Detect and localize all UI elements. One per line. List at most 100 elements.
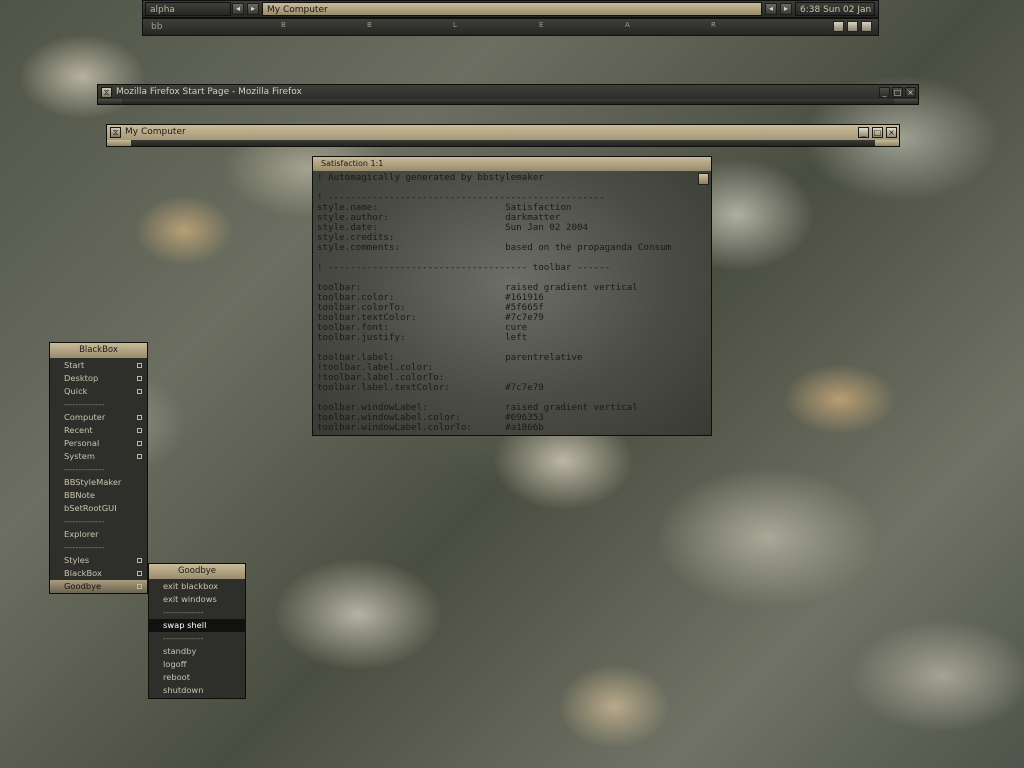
menu-item-label: BBNote	[64, 490, 96, 500]
menu-item-label: reboot	[163, 672, 191, 682]
menu-separator: --------------	[64, 400, 105, 409]
menu-item-logoff[interactable]: logoff	[149, 658, 245, 671]
goodbye-menu-title[interactable]: Goodbye	[149, 564, 245, 579]
bbnote-window[interactable]: Satisfaction 1:1 ! Automagically generat…	[312, 156, 712, 436]
menu-item-label: Styles	[64, 555, 90, 565]
menu-item-shutdown[interactable]: shutdown	[149, 684, 245, 697]
taskbar-letter[interactable]: E	[539, 21, 543, 29]
submenu-arrow-icon	[137, 415, 142, 420]
clock[interactable]: 6:38 Sun 02 Jan	[795, 2, 875, 16]
mycomputer-maximize-button[interactable]: □	[872, 127, 883, 138]
submenu-arrow-icon	[137, 363, 142, 368]
submenu-arrow-icon	[137, 441, 142, 446]
menu-item-label: Computer	[64, 412, 106, 422]
workspace-next-button[interactable]: ▸	[247, 3, 259, 15]
menu-item-label: exit blackbox	[163, 581, 219, 591]
submenu-arrow-icon	[137, 584, 142, 589]
menu-item-label: exit windows	[163, 594, 217, 604]
goodbye-menu-items: exit blackbox exit windows -------------- s…	[149, 579, 245, 697]
window-next-button[interactable]: ▸	[780, 3, 792, 15]
top-toolbar: alpha ◂ ▸ My Computer ◂ ▸ 6:38 Sun 02 Ja…	[142, 0, 879, 18]
blackbox-menu[interactable]: BlackBox Start Desktop Quick --------------…	[49, 342, 148, 594]
menu-item-computer[interactable]: Computer	[50, 411, 147, 424]
tray-network-icon[interactable]	[847, 21, 858, 32]
firefox-window[interactable]: Mozilla Firefox Start Page - Mozilla Fir…	[97, 84, 919, 105]
submenu-arrow-icon	[137, 428, 142, 433]
firefox-window-title[interactable]: Mozilla Firefox Start Page - Mozilla Fir…	[98, 85, 918, 100]
submenu-arrow-icon	[137, 454, 142, 459]
tray-drive-icon[interactable]	[833, 21, 844, 32]
hourglass-icon: ⧖	[110, 127, 121, 138]
mycomputer-window[interactable]: My Computer ⧖ _ □ ×	[106, 124, 900, 147]
menu-separator: --------------	[64, 543, 105, 552]
menu-item-bbstylemaker[interactable]: BBStyleMaker	[50, 476, 147, 489]
menu-item-recent[interactable]: Recent	[50, 424, 147, 437]
bbnote-title[interactable]: Satisfaction 1:1	[313, 157, 711, 171]
note-line: toolbar.label.textColor: #7c7e79	[317, 382, 544, 393]
menu-item-blackbox[interactable]: BlackBox	[50, 567, 147, 580]
menu-item-label: standby	[163, 646, 197, 656]
mycomputer-minimize-button[interactable]: _	[858, 127, 869, 138]
menu-item-bbnote[interactable]: BBNote	[50, 489, 147, 502]
menu-item-exit-windows[interactable]: exit windows	[149, 593, 245, 606]
submenu-arrow-icon	[137, 389, 142, 394]
firefox-resize-grip-right[interactable]	[894, 99, 918, 104]
taskbar-letter[interactable]: B	[367, 21, 372, 29]
taskbar-letter[interactable]: B	[281, 21, 286, 29]
menu-item-label: Desktop	[64, 373, 99, 383]
menu-item-label: Recent	[64, 425, 93, 435]
hourglass-icon: ⧖	[101, 87, 112, 98]
menu-item-desktop[interactable]: Desktop	[50, 372, 147, 385]
bbnote-text-area[interactable]: ! Automagically generated by bbstylemake…	[317, 173, 697, 431]
menu-item-exit-blackbox[interactable]: exit blackbox	[149, 580, 245, 593]
firefox-resize-grip-left[interactable]	[98, 99, 122, 104]
workspace-label[interactable]: alpha	[145, 2, 231, 16]
menu-item-label: Start	[64, 360, 85, 370]
goodbye-menu[interactable]: Goodbye exit blackbox exit windows -------…	[148, 563, 246, 699]
bbnote-scrollbar[interactable]	[698, 173, 709, 185]
window-prev-button[interactable]: ◂	[765, 3, 777, 15]
menu-item-system[interactable]: System	[50, 450, 147, 463]
menu-item-label: swap shell	[163, 620, 207, 630]
menu-item-personal[interactable]: Personal	[50, 437, 147, 450]
menu-item-start[interactable]: Start	[50, 359, 147, 372]
menu-item-label: logoff	[163, 659, 187, 669]
menu-item-quick[interactable]: Quick	[50, 385, 147, 398]
menu-separator: --------------	[64, 517, 105, 526]
menu-separator: --------------	[163, 634, 204, 643]
mycomputer-handle[interactable]	[107, 140, 899, 146]
blackbox-menu-title[interactable]: BlackBox	[50, 343, 147, 358]
mycomputer-resize-grip-right[interactable]	[875, 140, 899, 146]
menu-item-explorer[interactable]: Explorer	[50, 528, 147, 541]
menu-item-goodbye[interactable]: Goodbye	[50, 580, 147, 593]
firefox-maximize-button[interactable]: □	[892, 87, 903, 98]
blackbox-menu-items: Start Desktop Quick -------------- Computer R…	[50, 358, 147, 593]
menu-item-label: System	[64, 451, 95, 461]
note-line: ! Automagically generated by bbstylemake…	[317, 173, 544, 183]
mycomputer-resize-grip-left[interactable]	[107, 140, 131, 146]
workspace-prev-button[interactable]: ◂	[232, 3, 244, 15]
menu-item-label: Explorer	[64, 529, 99, 539]
menu-item-label: BlackBox	[64, 568, 102, 578]
firefox-handle[interactable]	[98, 99, 918, 104]
taskbar-letter[interactable]: R	[711, 21, 716, 29]
firefox-close-button[interactable]: ×	[905, 87, 916, 98]
menu-item-bsetrootgui[interactable]: bSetRootGUI	[50, 502, 147, 515]
taskbar-letter[interactable]: L	[453, 21, 457, 29]
mycomputer-close-button[interactable]: ×	[886, 127, 897, 138]
firefox-minimize-button[interactable]: _	[879, 87, 890, 98]
tray-volume-icon[interactable]	[861, 21, 872, 32]
submenu-arrow-icon	[137, 558, 142, 563]
menu-item-styles[interactable]: Styles	[50, 554, 147, 567]
window-label[interactable]: My Computer	[262, 2, 762, 16]
mycomputer-window-title[interactable]: My Computer	[107, 125, 899, 140]
menu-item-swap-shell[interactable]: swap shell	[149, 619, 245, 632]
menu-item-reboot[interactable]: reboot	[149, 671, 245, 684]
taskbar-letter[interactable]: A	[625, 21, 630, 29]
slit-toolbar: bb B B L E A R	[142, 18, 879, 36]
menu-item-standby[interactable]: standby	[149, 645, 245, 658]
menu-item-label: Personal	[64, 438, 100, 448]
note-line: style.comments: based on the propaganda …	[317, 242, 672, 253]
menu-item-label: Goodbye	[64, 581, 102, 591]
menu-item-label: BBStyleMaker	[64, 477, 122, 487]
